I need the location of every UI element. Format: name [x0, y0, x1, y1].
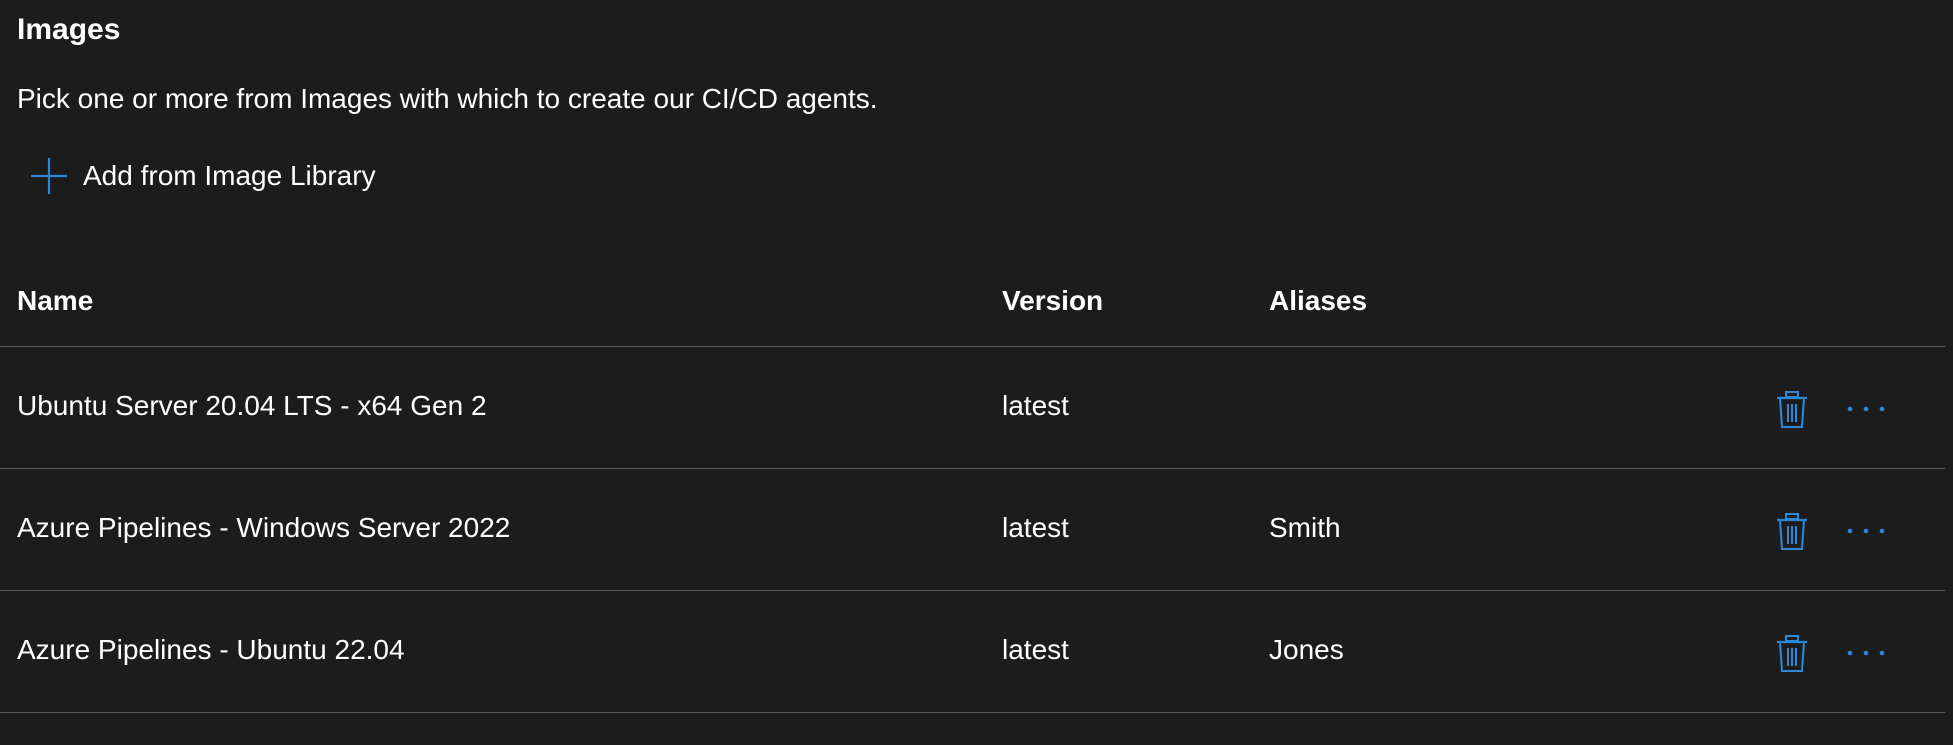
column-header-version[interactable]: Version: [1002, 284, 1103, 318]
image-aliases-cell: Jones: [1269, 634, 1344, 665]
image-name-cell: Azure Pipelines - Windows Server 2022: [17, 512, 511, 543]
table-row[interactable]: Azure Pipelines - Windows Server 2022 la…: [0, 469, 1945, 591]
images-table: Name Version Aliases Ubuntu Server 20.04…: [0, 270, 1945, 713]
image-version-cell: latest: [1002, 390, 1069, 421]
table-row[interactable]: Ubuntu Server 20.04 LTS - x64 Gen 2 late…: [0, 347, 1945, 469]
plus-icon: [30, 157, 68, 195]
image-version-cell: latest: [1002, 634, 1069, 665]
trash-icon[interactable]: [1776, 513, 1808, 551]
image-name-cell: Ubuntu Server 20.04 LTS - x64 Gen 2: [17, 390, 487, 421]
more-options-icon[interactable]: [1846, 399, 1886, 419]
image-aliases-cell: Smith: [1269, 512, 1341, 543]
add-from-image-library-button[interactable]: Add from Image Library: [30, 152, 376, 200]
column-header-aliases[interactable]: Aliases: [1269, 284, 1367, 318]
more-options-icon[interactable]: [1846, 643, 1886, 663]
column-header-name[interactable]: Name: [17, 284, 93, 318]
trash-icon[interactable]: [1776, 391, 1808, 429]
trash-icon[interactable]: [1776, 635, 1808, 673]
table-header: Name Version Aliases: [0, 270, 1945, 347]
image-name-cell: Azure Pipelines - Ubuntu 22.04: [17, 634, 405, 665]
images-panel: Images Pick one or more from Images with…: [0, 0, 1953, 745]
page-title: Images: [17, 13, 121, 46]
table-row[interactable]: Azure Pipelines - Ubuntu 22.04 latest Jo…: [0, 591, 1945, 713]
image-version-cell: latest: [1002, 512, 1069, 543]
page-description: Pick one or more from Images with which …: [17, 83, 878, 114]
add-from-image-library-label: Add from Image Library: [83, 160, 376, 191]
more-options-icon[interactable]: [1846, 521, 1886, 541]
